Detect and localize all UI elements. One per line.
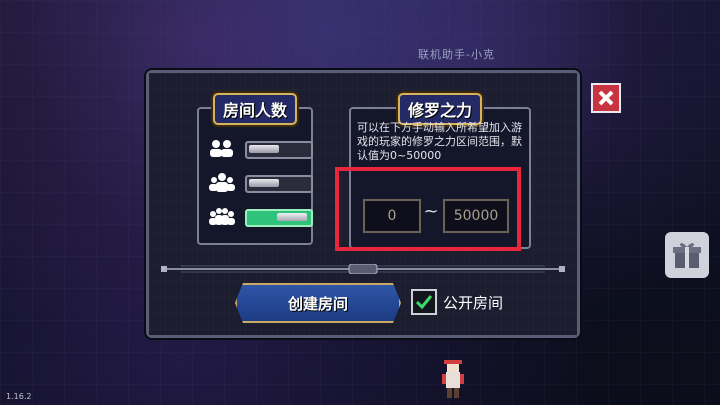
close-icon — [598, 90, 614, 106]
ornament-divider — [161, 259, 565, 275]
room-size-option-3[interactable] — [209, 171, 313, 193]
room-size-option-2[interactable] — [209, 137, 313, 159]
helper-name-label: 联机助手-小克 — [418, 48, 495, 61]
room-size-toggle-2[interactable] — [245, 141, 313, 159]
public-room-checkbox[interactable] — [411, 289, 437, 315]
room-size-section: 房间人数 — [197, 93, 313, 245]
public-room-label: 公开房间 — [443, 293, 504, 312]
public-room-option[interactable]: 公开房间 — [411, 289, 503, 315]
power-description: 可以在下方手动输入所希望加入游戏的玩家的修罗之力区间范围，默认值为0~50000 — [357, 121, 522, 162]
two-players-icon — [209, 139, 235, 159]
version-label: 1.16.2 — [6, 392, 32, 401]
close-button[interactable] — [591, 83, 621, 113]
checkmark-icon — [415, 295, 433, 310]
room-size-option-4[interactable] — [209, 205, 313, 227]
create-room-button[interactable]: 创建房间 — [235, 283, 401, 323]
three-players-icon — [209, 173, 235, 193]
room-size-toggle-4[interactable] — [245, 209, 313, 227]
power-range-highlight — [335, 167, 521, 251]
character-sprite — [440, 360, 466, 400]
room-size-title: 房间人数 — [212, 93, 298, 125]
gift-button[interactable] — [665, 232, 709, 278]
gift-icon — [673, 243, 701, 268]
four-players-icon — [209, 207, 235, 227]
room-size-toggle-3[interactable] — [245, 175, 313, 193]
